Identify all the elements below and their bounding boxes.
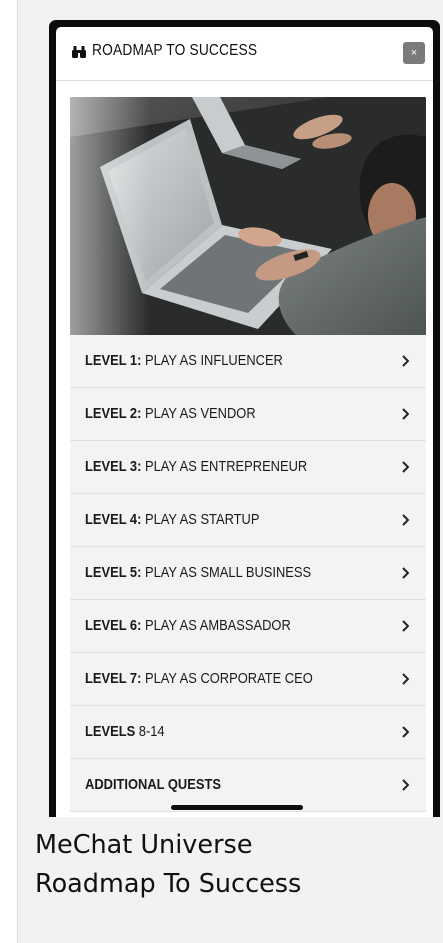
chevron-right-icon — [402, 355, 409, 367]
level-label: LEVEL 7: PLAY AS CORPORATE CEO — [85, 670, 313, 687]
caption-line-2: Roadmap To Success — [35, 869, 302, 899]
roadmap-modal: ROADMAP TO SUCCESS × LEVEL 1: PLAY AS IN… — [56, 27, 433, 817]
level-item-5[interactable]: LEVEL 5: PLAY AS SMALL BUSINESS — [70, 547, 426, 600]
level-label: LEVEL 3: PLAY AS ENTREPRENEUR — [85, 458, 308, 475]
level-item-1[interactable]: LEVEL 1: PLAY AS INFLUENCER — [70, 335, 426, 388]
modal-header: ROADMAP TO SUCCESS × — [56, 27, 433, 81]
phone-frame: ROADMAP TO SUCCESS × LEVEL 1: PLAY AS IN… — [49, 20, 440, 817]
chevron-right-icon — [402, 620, 409, 632]
level-label: LEVEL 1: PLAY AS INFLUENCER — [85, 352, 283, 369]
chevron-right-icon — [402, 567, 409, 579]
caption-line-1: MeChat Universe — [35, 830, 253, 860]
level-label: LEVELS 8-14 — [85, 723, 165, 740]
card: ROADMAP TO SUCCESS × LEVEL 1: PLAY AS IN… — [17, 0, 443, 943]
chevron-right-icon — [402, 408, 409, 420]
chevron-right-icon — [402, 673, 409, 685]
level-item-6[interactable]: LEVEL 6: PLAY AS AMBASSADOR — [70, 600, 426, 653]
level-item-7[interactable]: LEVEL 7: PLAY AS CORPORATE CEO — [70, 653, 426, 706]
level-label: LEVEL 2: PLAY AS VENDOR — [85, 405, 256, 422]
chevron-right-icon — [402, 514, 409, 526]
level-item-3[interactable]: LEVEL 3: PLAY AS ENTREPRENEUR — [70, 441, 426, 494]
modal-title: ROADMAP TO SUCCESS — [92, 42, 258, 59]
level-item-8-14[interactable]: LEVELS 8-14 — [70, 706, 426, 759]
level-label: LEVEL 6: PLAY AS AMBASSADOR — [85, 617, 291, 634]
hero-image — [70, 97, 426, 335]
level-label: LEVEL 5: PLAY AS SMALL BUSINESS — [85, 564, 312, 581]
level-item-2[interactable]: LEVEL 2: PLAY AS VENDOR — [70, 388, 426, 441]
level-label: LEVEL 4: PLAY AS STARTUP — [85, 511, 260, 528]
level-item-4[interactable]: LEVEL 4: PLAY AS STARTUP — [70, 494, 426, 547]
home-indicator — [171, 805, 303, 810]
chevron-right-icon — [402, 461, 409, 473]
card-caption: MeChat Universe Roadmap To Success — [35, 826, 301, 904]
level-list: LEVEL 1: PLAY AS INFLUENCER LEVEL 2: PLA… — [70, 335, 426, 812]
chevron-right-icon — [402, 779, 409, 791]
binoculars-icon — [72, 46, 86, 58]
chevron-right-icon — [402, 726, 409, 738]
level-label: ADDITIONAL QUESTS — [85, 776, 221, 793]
close-button[interactable]: × — [403, 42, 425, 64]
